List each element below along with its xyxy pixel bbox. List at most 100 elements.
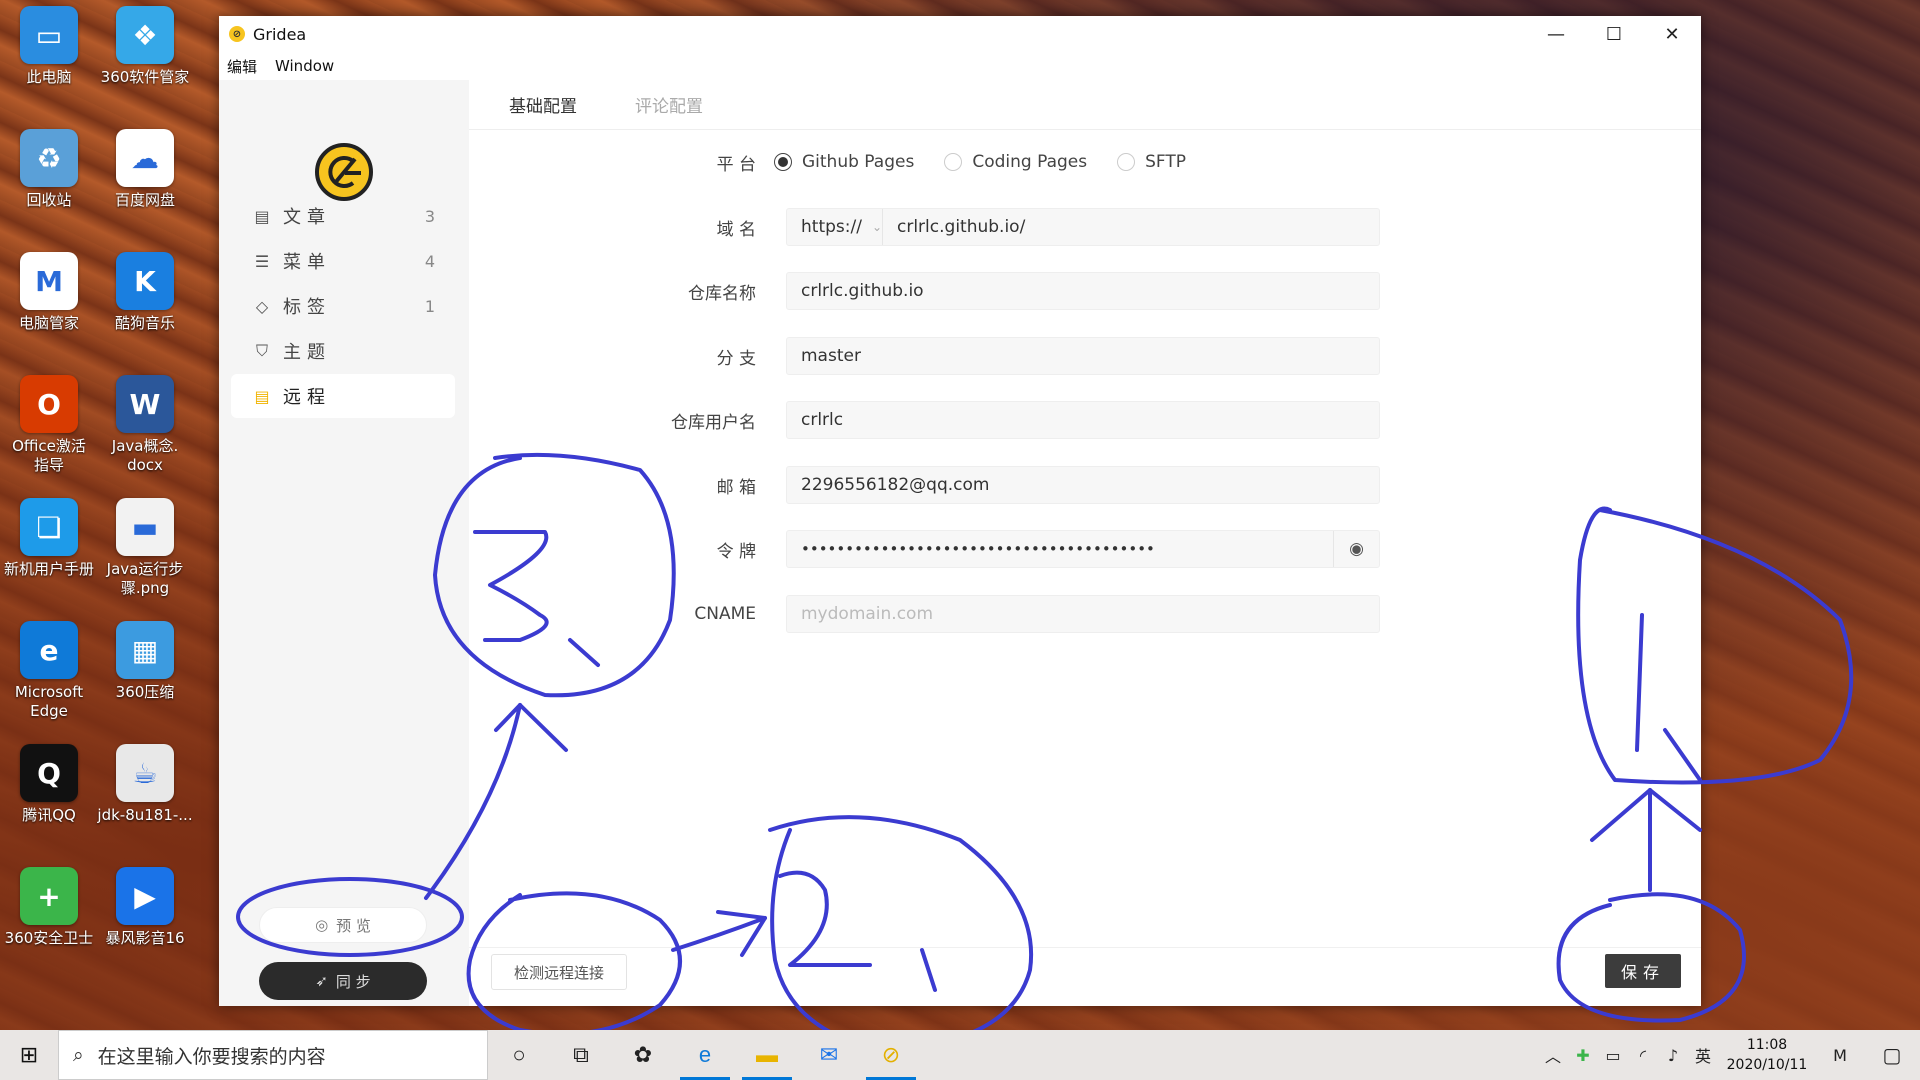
sidebar-item-articles[interactable]: ▤ 文章 3 (231, 194, 455, 238)
email-input[interactable]: 2296556182@qq.com (786, 466, 1380, 504)
chevron-up-icon[interactable]: ︿ (1538, 1043, 1568, 1067)
sidebar-item-menu[interactable]: ☰ 菜单 4 (231, 239, 455, 283)
edge-taskbar-icon[interactable]: e (674, 1030, 736, 1080)
computer-icon: ▭ (20, 6, 78, 64)
repo-input[interactable]: crlrlc.github.io (786, 272, 1380, 310)
clock[interactable]: 11:08 2020/10/11 (1718, 1035, 1816, 1075)
clock-date: 2020/10/11 (1726, 1057, 1808, 1073)
check-remote-connection-button[interactable]: 检测远程连接 (491, 954, 627, 990)
desktop-icon[interactable]: +360安全卫士 (0, 867, 98, 977)
desktop-icon[interactable]: O Office激活 指导 (0, 375, 98, 485)
file-explorer-icon[interactable]: ▬ (736, 1030, 798, 1080)
desktop-icon[interactable]: ♻ 回收站 (0, 129, 98, 239)
desktop-icon[interactable]: M 电脑管家 (0, 252, 98, 362)
sidebar-item-tags[interactable]: ◇ 标签 1 (231, 284, 455, 328)
desktop-icon[interactable]: W Java概念. docx (96, 375, 194, 485)
remote-icon: ▤ (254, 386, 270, 406)
cortana-icon[interactable]: ○ (488, 1030, 550, 1080)
save-button[interactable]: 保存 (1605, 954, 1681, 988)
gridea-logo (315, 143, 373, 201)
domain-row: 域 名 https:// ⌄ crlrlc.github.io/ (469, 207, 1701, 247)
desktop-icon[interactable]: ▭ 此电脑 (0, 6, 98, 116)
wifi-icon[interactable]: ◜ (1628, 1046, 1658, 1065)
protocol-select[interactable]: https:// ⌄ (787, 209, 883, 245)
desktop-icon[interactable]: ▶ 暴风影音16 (96, 867, 194, 977)
desktop-icon-label: jdk-8u181-... (97, 806, 193, 824)
tab-basic-config[interactable]: 基础配置 (509, 79, 577, 129)
desktop-icon[interactable]: K 酷狗音乐 (96, 252, 194, 362)
sidebar-item-remote[interactable]: ▤ 远程 (231, 374, 455, 418)
radio-sftp[interactable]: SFTP (1117, 152, 1186, 172)
sync-button[interactable]: ➶ 同 步 (259, 962, 427, 1000)
desktop-icon-label: 360软件管家 (100, 68, 190, 86)
minimize-button[interactable]: — (1527, 16, 1585, 52)
word-document-icon: W (116, 375, 174, 433)
desktop-icon[interactable]: ☁ 百度网盘 (96, 129, 194, 239)
volume-icon[interactable]: ♪ (1658, 1046, 1688, 1065)
pc-manager-tray-icon[interactable]: M (1816, 1046, 1864, 1065)
branch-row: 分 支 master (469, 336, 1701, 376)
qq-icon: Q (20, 744, 78, 802)
office-activation-icon: O (20, 375, 78, 433)
desktop-icon[interactable]: ▦ 360压缩 (96, 621, 194, 731)
desktop-icon-label: 酷狗音乐 (114, 314, 175, 332)
desktop-icon-label: 暴风影音16 (105, 929, 185, 947)
menu-window[interactable]: Window (275, 57, 334, 75)
cname-input[interactable]: mydomain.com (786, 595, 1380, 633)
taskbar-search-box[interactable]: ⌕ 在这里输入你要搜索的内容 (58, 1030, 488, 1080)
desktop-icon-label: 360压缩 (115, 683, 175, 701)
radio-label: SFTP (1145, 152, 1187, 172)
radio-coding-pages[interactable]: Coding Pages (944, 152, 1087, 172)
config-tabs: 基础配置 评论配置 (469, 80, 1701, 130)
show-password-eye-icon[interactable]: ◉ (1333, 531, 1379, 567)
sidebar-item-theme[interactable]: ⛉ 主题 (231, 329, 455, 373)
preview-button[interactable]: ◎ 预 览 (259, 907, 427, 943)
system-tray: ︿ ✚ ▭ ◜ ♪ 英 11:08 2020/10/11 M ▢ (1538, 1030, 1920, 1080)
tab-comment-config[interactable]: 评论配置 (635, 79, 703, 129)
desktop-icon[interactable]: ☕ jdk-8u181-... (96, 744, 194, 854)
menu-count: 4 (424, 251, 435, 271)
desktop-icon[interactable]: ▬ Java运行步 骤.png (96, 498, 194, 608)
username-label: 仓库用户名 (671, 412, 756, 433)
mail-icon[interactable]: ✉ (798, 1030, 860, 1080)
gridea-taskbar-icon[interactable]: ⊘ (860, 1030, 922, 1080)
recycle-bin-icon: ♻ (20, 129, 78, 187)
desktop-icon[interactable]: ❏ 新机用户手册 (0, 498, 98, 608)
maximize-button[interactable]: ☐ (1585, 16, 1643, 52)
task-view-icon[interactable]: ⧉ (550, 1030, 612, 1080)
username-input[interactable]: crlrlc (786, 401, 1380, 439)
domain-input[interactable]: crlrlc.github.io/ (883, 217, 1025, 237)
battery-icon[interactable]: ▭ (1598, 1046, 1628, 1065)
ime-indicator[interactable]: 英 (1688, 1043, 1718, 1067)
theme-shirt-icon: ⛉ (255, 341, 268, 360)
branch-input[interactable]: master (786, 337, 1380, 375)
pinwheel-app-icon[interactable]: ✿ (612, 1030, 674, 1080)
desktop-icon-label: Java概念. docx (111, 437, 179, 474)
desktop-icon[interactable]: Q 腾讯QQ (0, 744, 98, 854)
desktop-icon-label: 回收站 (26, 191, 72, 209)
token-row: 令 牌 ••••••••••••••••••••••••••••••••••••… (469, 529, 1701, 569)
token-input[interactable]: •••••••••••••••••••••••••••••••••••••••• (801, 540, 1333, 558)
360-tray-icon[interactable]: ✚ (1568, 1046, 1598, 1065)
java-installer-icon: ☕ (116, 744, 174, 802)
desktop-icon-label: 新机用户手册 (3, 560, 94, 578)
article-count: 3 (424, 206, 435, 226)
eye-icon: ◎ (315, 916, 329, 934)
close-button[interactable]: ✕ (1643, 16, 1701, 52)
notification-center-icon[interactable]: ▢ (1864, 1043, 1920, 1068)
windows-start-icon[interactable]: ⊞ (0, 1030, 58, 1080)
sidebar: ▤ 文章 3 ☰ 菜单 4 ◇ 标签 1 ⛉ 主题 ▤ 远程 ◎ 预 览 ➶ 同… (219, 80, 469, 1046)
radio-github-pages[interactable]: Github Pages (774, 152, 914, 172)
title-bar[interactable]: ⊘ Gridea — ☐ ✕ (219, 16, 1701, 52)
cname-row: CNAME mydomain.com (469, 594, 1701, 634)
desktop-icon[interactable]: e Microsoft Edge (0, 621, 98, 731)
sync-label: 同 步 (335, 972, 371, 991)
menu-edit[interactable]: 编辑 (227, 56, 257, 77)
radio-label: Github Pages (802, 152, 915, 172)
radio-label: Coding Pages (972, 152, 1088, 172)
edge-browser-icon: e (20, 621, 78, 679)
360-software-manager-icon: ❖ (116, 6, 174, 64)
desktop-icon[interactable]: ❖ 360软件管家 (96, 6, 194, 116)
menu-bar: 编辑 Window (219, 52, 1701, 80)
main-panel: 基础配置 评论配置 平 台 Github Pages Coding Pages … (469, 80, 1701, 1006)
